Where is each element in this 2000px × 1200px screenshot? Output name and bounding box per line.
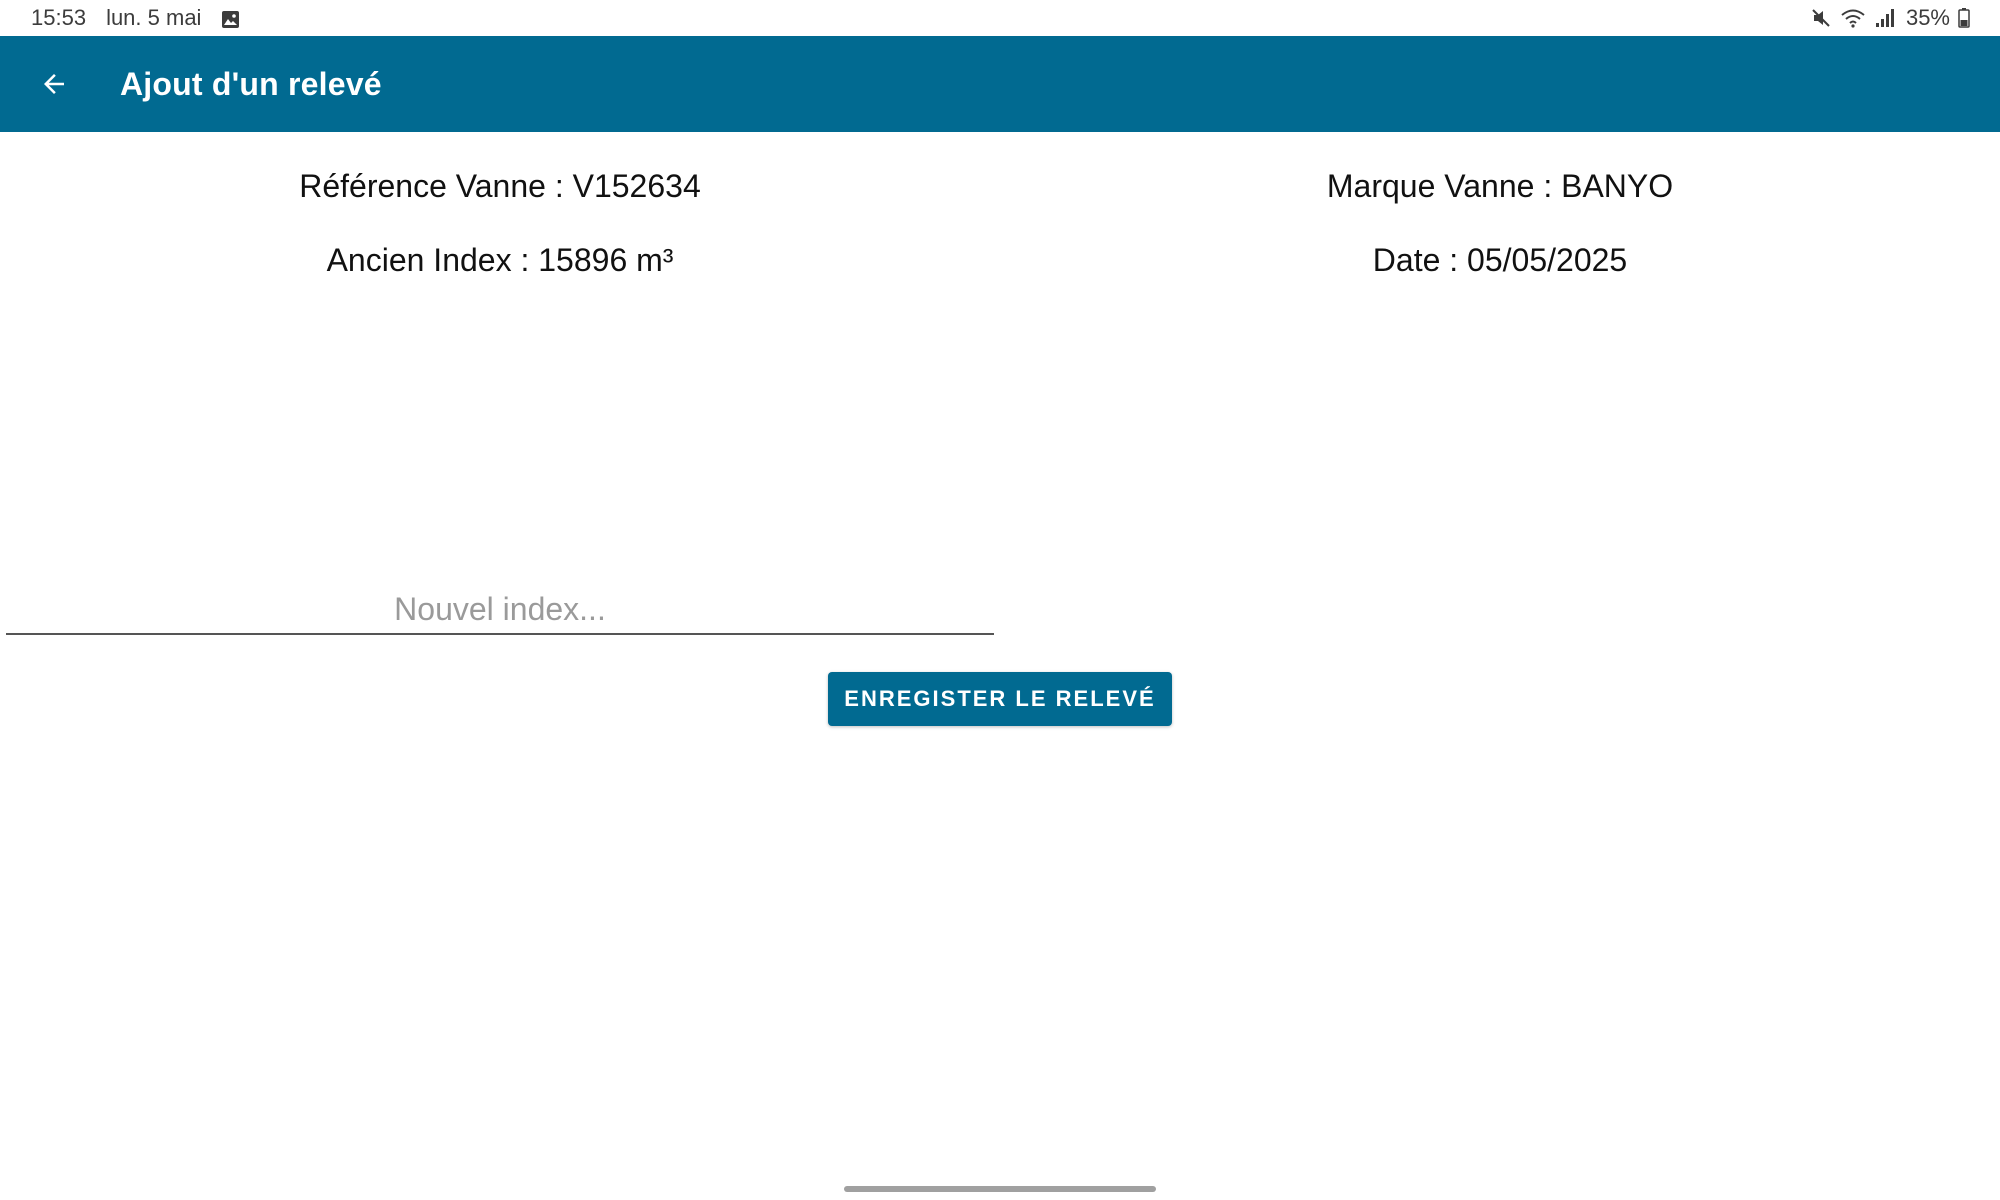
new-index-input[interactable] (6, 585, 994, 635)
app-bar: Ajout d'un relevé (0, 36, 2000, 132)
reading-date: Date : 05/05/2025 (1372, 242, 1628, 278)
status-bar: 15:53 lun. 5 mai 35% (0, 0, 2000, 36)
save-reading-button[interactable]: ENREGISTER LE RELEVÉ (828, 672, 1172, 726)
signal-icon (1874, 7, 1896, 29)
mute-icon (1810, 7, 1832, 29)
valve-reference: Référence Vanne : V152634 (299, 168, 701, 204)
status-date: lun. 5 mai (106, 5, 202, 30)
wifi-icon (1840, 7, 1866, 29)
navigation-handle[interactable] (844, 1186, 1156, 1192)
status-time: 15:53 (31, 5, 87, 30)
old-index: Ancien Index : 15896 m³ (326, 242, 674, 278)
valve-brand: Marque Vanne : BANYO (1326, 168, 1674, 204)
battery-percent: 35% (1905, 5, 1950, 30)
arrow-back-icon (44, 74, 64, 94)
page-title: Ajout d'un relevé (120, 66, 382, 102)
status-right: 35% (1810, 3, 1970, 33)
gallery-icon (221, 9, 240, 28)
back-button[interactable] (30, 60, 78, 108)
battery-icon (1958, 8, 1970, 28)
status-left: 15:53 lun. 5 mai (31, 3, 240, 33)
